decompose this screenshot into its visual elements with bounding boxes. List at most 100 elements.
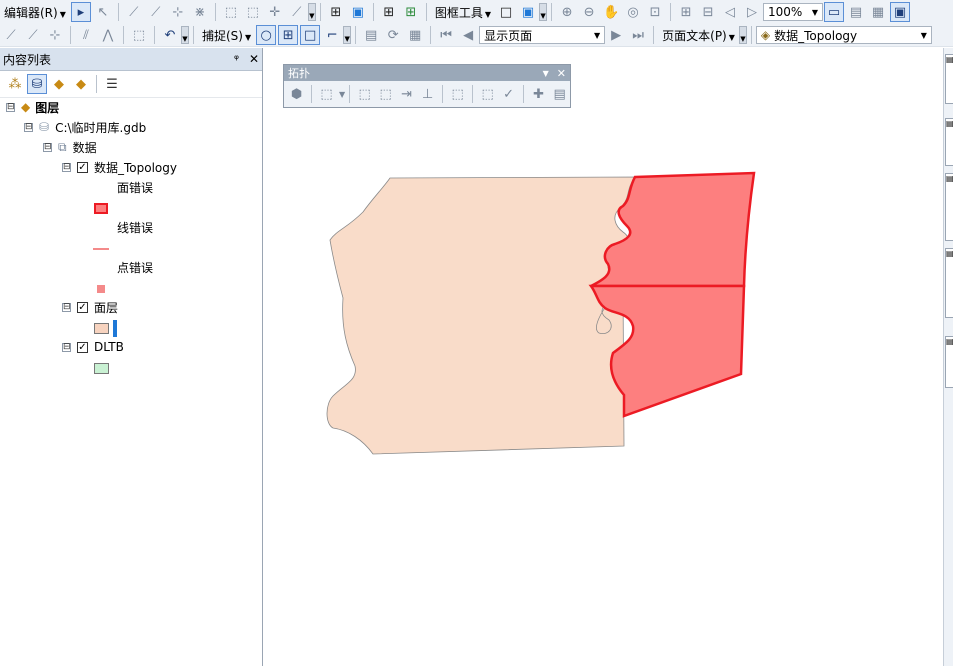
construction-tools-button[interactable]: ⊹ [168, 2, 188, 22]
edge-snapping-button[interactable]: ⌐ [322, 25, 342, 45]
edit-tool-button[interactable]: ▸ [70, 2, 91, 22]
map-topology-button[interactable]: ⬢ [287, 84, 306, 104]
first-page-button[interactable]: ⏮ [436, 25, 456, 45]
rail-tab-results[interactable]: ▤ [945, 336, 953, 388]
change-layout-button[interactable]: ▦ [868, 2, 888, 22]
page-text-menu-button[interactable]: 页面文本(P) ▼ [658, 27, 739, 44]
error-inspector-button[interactable]: ▤ [550, 84, 569, 104]
close-icon[interactable]: ✕ [557, 67, 566, 80]
point-snapping-button[interactable]: ○ [256, 25, 277, 45]
page-select-combo[interactable]: 显示页面 ▼ [479, 26, 606, 44]
mianceng-polygon[interactable] [326, 176, 636, 455]
list-by-drawing-order-button[interactable]: ⁂ [5, 74, 25, 94]
toc-options-button[interactable]: ☰ [102, 74, 122, 94]
zoom-out-layout-button[interactable]: ⊖ [579, 2, 599, 22]
page-setup-button[interactable]: ▤ [361, 25, 381, 45]
fixed-zoom-out-button[interactable]: ⊟ [698, 2, 718, 22]
collapse-icon[interactable]: ⊟ [62, 342, 71, 352]
sketch-properties-button[interactable]: ⬚ [129, 25, 149, 45]
fix-topology-error-button[interactable]: ✚ [529, 84, 548, 104]
generalize-edge-button[interactable]: ⊥ [418, 84, 437, 104]
data-driven-pages-button[interactable]: ▣ [890, 2, 911, 22]
collapse-icon[interactable]: ⊟ [43, 142, 52, 152]
toolbar-overflow-button[interactable]: ▼ [181, 26, 189, 44]
tree-item-dltb[interactable]: ⊟ ✓ DLTB [62, 338, 124, 356]
toolbar-overflow-button[interactable]: ▼ [343, 26, 352, 44]
undo-button[interactable]: ↶ [160, 25, 180, 45]
fixed-zoom-in-button[interactable]: ⊞ [676, 2, 696, 22]
map-display[interactable] [263, 48, 943, 666]
collapse-icon[interactable]: ⊟ [62, 162, 71, 172]
tree-item-layers[interactable]: ⊟ ◆ 图层 [6, 98, 59, 116]
collapse-icon[interactable]: ⊟ [6, 102, 15, 112]
vertex-snapping-button[interactable]: □ [300, 25, 321, 45]
rotate-button[interactable]: ⟋ [287, 2, 307, 22]
zoom-100-button[interactable]: ⊡ [645, 2, 665, 22]
rail-tab-create-features[interactable]: ▤ [945, 173, 953, 241]
frame-tools-menu-button[interactable]: 图框工具 ▼ [431, 4, 495, 21]
toggle-draft-mode-button[interactable]: ▭ [824, 2, 845, 22]
last-page-button[interactable]: ⏭ [628, 25, 648, 45]
end-snapping-button[interactable]: ⊞ [278, 25, 299, 45]
tree-item-gdb[interactable]: ⊟ ⛁ C:\临时用库.gdb [24, 118, 146, 136]
layer-visibility-checkbox[interactable]: ✓ [77, 301, 88, 313]
chevron-down-icon[interactable]: ▼ [543, 69, 549, 78]
toolbar-overflow-button[interactable]: ▼ [539, 3, 548, 21]
previous-page-button[interactable]: ◀ [458, 25, 478, 45]
editor-menu-button[interactable]: 编辑器(R) ▼ [0, 4, 70, 21]
rail-tab-catalog[interactable]: ▤ [945, 54, 953, 104]
topology-edit-tool-button[interactable]: ⬚ [317, 84, 336, 104]
network-computer-button[interactable]: ▣ [518, 2, 538, 22]
tree-item-dataset[interactable]: ⊟ ⧉ 数据 [43, 138, 97, 156]
toolbar-overflow-button[interactable]: ▼ [307, 3, 316, 21]
pan-layout-button[interactable]: ✋ [601, 2, 621, 22]
layout-monitor-button[interactable]: ▣ [348, 2, 368, 22]
square-frame-button[interactable]: □ [496, 2, 516, 22]
topology-layer-combo[interactable]: ◈ 数据_Topology ▼ [755, 26, 932, 44]
page-table-button[interactable]: ▦ [405, 25, 425, 45]
midpoint-button[interactable]: ⊹ [45, 25, 65, 45]
perpendicular-button[interactable]: ⋀ [98, 25, 118, 45]
tangent-curve-button[interactable]: ⟋ [23, 25, 43, 45]
tree-item-topology[interactable]: ⊟ ✓ 数据_Topology [62, 158, 177, 176]
previous-extent-button[interactable]: ◁ [720, 2, 740, 22]
list-by-selection-button[interactable]: ◆ [71, 74, 91, 94]
trace-button[interactable]: ⟋ [146, 2, 166, 22]
layer-visibility-checkbox[interactable]: ✓ [77, 161, 88, 173]
next-page-button[interactable]: ▶ [606, 25, 626, 45]
frame-grid-button[interactable]: ⊞ [379, 2, 399, 22]
close-icon[interactable]: ✕ [249, 52, 259, 66]
zoom-whole-page-button[interactable]: ◎ [623, 2, 643, 22]
next-extent-button[interactable]: ▷ [742, 2, 762, 22]
grid-button[interactable]: ⊞ [326, 2, 346, 22]
split-button[interactable]: ✛ [265, 2, 285, 22]
show-shared-features-button[interactable]: ⬚ [448, 84, 467, 104]
tree-item-mianceng[interactable]: ⊟ ✓ 面层 [62, 298, 118, 316]
snapping-menu-button[interactable]: 捕捉(S) ▼ [198, 27, 255, 44]
collapse-icon[interactable]: ⊟ [62, 302, 71, 312]
refresh-pages-button[interactable]: ⟳ [383, 25, 403, 45]
list-by-source-button[interactable]: ⛁ [27, 74, 47, 94]
rail-tab-search[interactable]: ▤ [945, 118, 953, 166]
zoom-in-layout-button[interactable]: ⊕ [557, 2, 577, 22]
map-canvas[interactable] [263, 48, 943, 666]
pin-icon[interactable]: ᵠ [234, 52, 239, 66]
topology-toolbar-title-bar[interactable]: 拓扑 ▼ ✕ [284, 65, 570, 81]
toolbar-overflow-button[interactable]: ▼ [738, 26, 747, 44]
reshape-button[interactable]: ⬚ [243, 2, 263, 22]
modify-edge-button[interactable]: ⬚ [355, 84, 374, 104]
chevron-down-icon[interactable]: ▼ [339, 90, 345, 99]
reshape-edge-button[interactable]: ⬚ [376, 84, 395, 104]
cut-polygon-button[interactable]: ⋇ [190, 2, 210, 22]
zoom-combo[interactable]: 100% ▼ [763, 3, 824, 21]
straight-segment-button[interactable]: ⟋ [124, 2, 144, 22]
collapse-icon[interactable]: ⊟ [24, 122, 33, 132]
validate-topology-extent-button[interactable]: ⬚ [478, 84, 497, 104]
parallel-button[interactable]: ⫽ [76, 25, 96, 45]
edit-annotation-tool-button[interactable]: ↖ [93, 2, 113, 22]
endpoint-arc-button[interactable]: ⟋ [1, 25, 21, 45]
validate-topology-button[interactable]: ✓ [499, 84, 518, 104]
add-frame-button[interactable]: ⊞ [401, 2, 421, 22]
list-by-visibility-button[interactable]: ◆ [49, 74, 69, 94]
focus-data-frame-button[interactable]: ▤ [846, 2, 866, 22]
